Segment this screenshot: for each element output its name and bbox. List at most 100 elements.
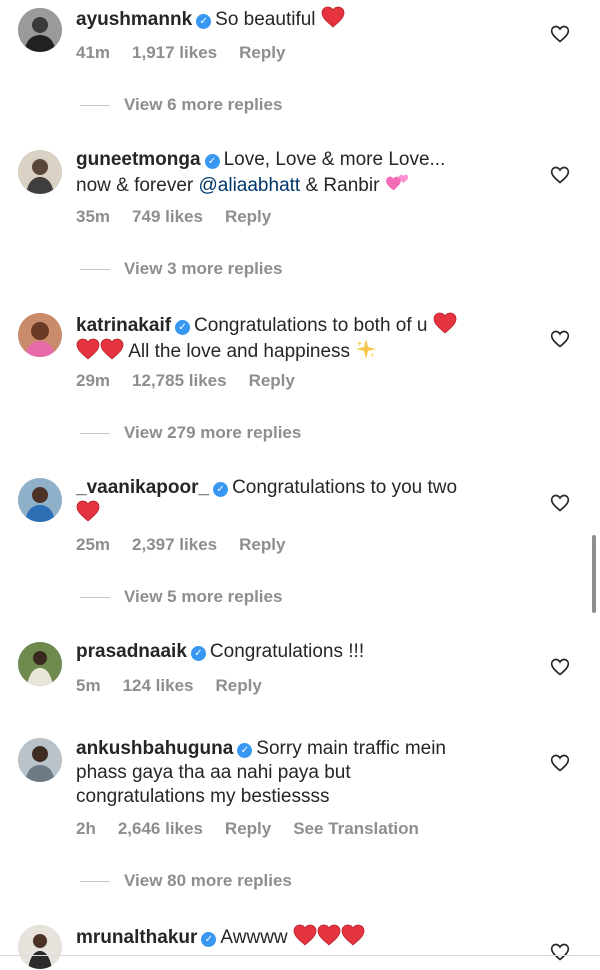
- comment-meta: 2h 2,646 likes Reply See Translation: [76, 819, 441, 839]
- divider-line: [80, 433, 110, 435]
- comment-username[interactable]: guneetmonga: [76, 149, 201, 170]
- comment-time: 35m: [76, 207, 111, 226]
- comment-likes[interactable]: 12,785 likes: [132, 371, 227, 390]
- reply-button[interactable]: Reply: [225, 819, 271, 838]
- heart-outline-icon[interactable]: [550, 493, 570, 513]
- comment-body: Congratulations !!!: [209, 641, 365, 662]
- avatar-image: [18, 925, 62, 969]
- avatar-image: [18, 313, 62, 357]
- comment-text: prasadnaaik ✓ Congratulations !!!: [76, 640, 516, 664]
- comment-body: Love, Love & more Love...: [223, 149, 446, 170]
- red-heart-emoji: [341, 924, 365, 946]
- comment-meta: 35m 749 likes Reply: [76, 207, 293, 227]
- heart-outline-icon[interactable]: [550, 165, 570, 185]
- comment-time: 5m: [76, 676, 101, 695]
- comment-text: katrinakaif ✓ Congratulations to both of u…: [76, 312, 516, 364]
- heart-outline-icon[interactable]: [550, 753, 570, 773]
- view-replies-label: View 3 more replies: [124, 259, 283, 278]
- verified-badge-icon: ✓: [190, 646, 206, 661]
- comment-username[interactable]: ankushbahuguna: [76, 738, 233, 759]
- verified-badge-icon: ✓: [196, 14, 212, 29]
- mention-link[interactable]: @aliaabhatt: [199, 175, 301, 196]
- divider-line: [80, 269, 110, 271]
- two-hearts-emoji: [385, 172, 411, 194]
- heart-outline-icon[interactable]: [550, 329, 570, 349]
- avatar[interactable]: [18, 925, 62, 969]
- comment-meta: 29m 12,785 likes Reply: [76, 371, 317, 391]
- comment-likes[interactable]: 2,397 likes: [132, 535, 217, 554]
- comment-meta: 41m 1,917 likes Reply: [76, 43, 307, 63]
- view-replies-label: View 80 more replies: [124, 871, 292, 890]
- comment-likes[interactable]: 749 likes: [132, 207, 203, 226]
- view-replies-button[interactable]: View 6 more replies: [80, 95, 282, 115]
- comment-username[interactable]: mrunalthakur: [76, 927, 197, 948]
- divider-line: [80, 881, 110, 883]
- comment-time: 2h: [76, 819, 96, 838]
- comment-body: Awwww: [220, 927, 288, 948]
- verified-badge-icon: ✓: [237, 743, 253, 758]
- comment-body: Congratulations to you two: [232, 477, 458, 498]
- comment-body: So beautiful: [215, 9, 316, 30]
- red-heart-emoji: [76, 500, 100, 522]
- avatar[interactable]: [18, 738, 62, 782]
- comment-likes[interactable]: 1,917 likes: [132, 43, 217, 62]
- comment-body: Sorry main traffic mein: [256, 738, 446, 759]
- reply-button[interactable]: Reply: [215, 676, 261, 695]
- verified-badge-icon: ✓: [175, 320, 191, 335]
- red-heart-emoji: [433, 312, 457, 334]
- scrollbar[interactable]: [592, 535, 596, 613]
- comment-username[interactable]: ayushmannk: [76, 9, 192, 30]
- verified-badge-icon: ✓: [204, 154, 220, 169]
- see-translation-button[interactable]: See Translation: [293, 819, 419, 838]
- comment-time: 29m: [76, 371, 111, 390]
- comment-text: ayushmannk ✓ So beautiful: [76, 6, 516, 32]
- heart-outline-icon[interactable]: [550, 657, 570, 677]
- red-heart-emoji: [317, 924, 341, 946]
- avatar[interactable]: [18, 8, 62, 52]
- verified-badge-icon: ✓: [201, 932, 217, 947]
- divider-line: [80, 105, 110, 107]
- comment-body: phass gaya tha aa nahi paya but: [76, 762, 351, 783]
- view-replies-button[interactable]: View 80 more replies: [80, 871, 292, 891]
- comment-body: Congratulations to both of u: [194, 315, 428, 336]
- reply-button[interactable]: Reply: [249, 371, 295, 390]
- comment-meta: 25m 2,397 likes Reply: [76, 535, 307, 555]
- avatar-image: [18, 8, 62, 52]
- avatar[interactable]: [18, 642, 62, 686]
- red-heart-emoji: [321, 6, 345, 28]
- view-replies-button[interactable]: View 279 more replies: [80, 423, 301, 443]
- view-replies-button[interactable]: View 5 more replies: [80, 587, 282, 607]
- red-heart-emoji: [76, 338, 100, 360]
- comment-body: & Ranbir: [300, 175, 380, 196]
- comment-text: guneetmonga ✓ Love, Love & more Love... no…: [76, 148, 516, 198]
- star-sparkle-emoji: [355, 338, 377, 360]
- avatar-image: [18, 478, 62, 522]
- view-replies-label: View 5 more replies: [124, 587, 283, 606]
- avatar[interactable]: [18, 313, 62, 357]
- comment-body: now & forever: [76, 175, 199, 196]
- divider-line: [80, 597, 110, 599]
- comment-body: congratulations my bestiessss: [76, 786, 330, 807]
- comment-text: ankushbahuguna ✓ Sorry main traffic mein p…: [76, 737, 516, 809]
- verified-badge-icon: ✓: [213, 482, 229, 497]
- comment-likes[interactable]: 124 likes: [123, 676, 194, 695]
- comment-username[interactable]: prasadnaaik: [76, 641, 187, 662]
- view-replies-button[interactable]: View 3 more replies: [80, 259, 282, 279]
- comment-text: mrunalthakur ✓ Awwww: [76, 924, 516, 950]
- comment-body: All the love and happiness: [128, 341, 351, 362]
- avatar-image: [18, 738, 62, 782]
- avatar-image: [18, 150, 62, 194]
- reply-button[interactable]: Reply: [225, 207, 271, 226]
- view-replies-label: View 6 more replies: [124, 95, 283, 114]
- reply-button[interactable]: Reply: [239, 43, 285, 62]
- comment-meta: 5m 124 likes Reply: [76, 676, 284, 696]
- comment-likes[interactable]: 2,646 likes: [118, 819, 203, 838]
- avatar[interactable]: [18, 150, 62, 194]
- comment-username[interactable]: _vaanikapoor_: [76, 477, 209, 498]
- comment-username[interactable]: katrinakaif: [76, 315, 171, 336]
- avatar[interactable]: [18, 478, 62, 522]
- heart-outline-icon[interactable]: [550, 942, 570, 962]
- comment-time: 25m: [76, 535, 111, 554]
- heart-outline-icon[interactable]: [550, 24, 570, 44]
- reply-button[interactable]: Reply: [239, 535, 285, 554]
